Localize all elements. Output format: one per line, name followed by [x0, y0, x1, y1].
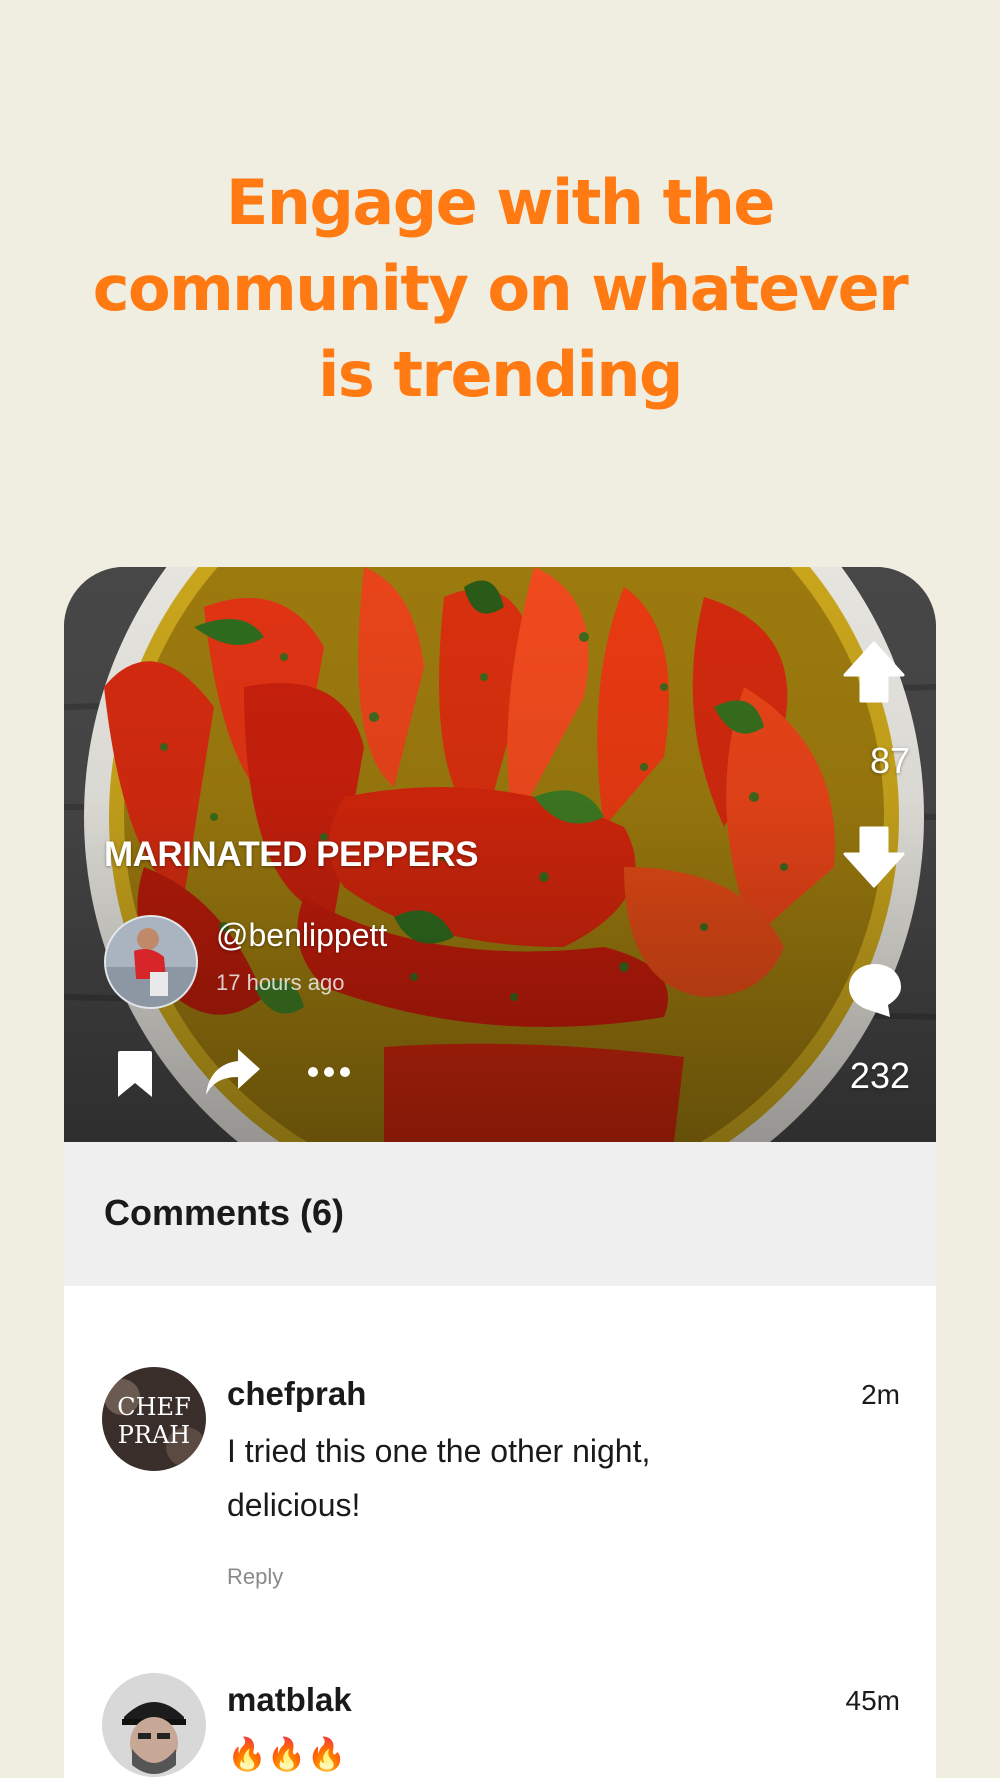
avatar-text-1: CHEF — [117, 1393, 190, 1421]
comment-time: 2m — [861, 1379, 900, 1410]
comment-avatar[interactable]: CHEF PRAH — [102, 1367, 206, 1471]
post-time: 17 hours ago — [216, 970, 345, 995]
comment-text: 🔥🔥🔥 — [227, 1736, 347, 1772]
post-photo[interactable]: 87 232 MARINATED PEPPERS @benlippett 17 … — [64, 567, 936, 1142]
more-icon[interactable] — [306, 1065, 352, 1079]
avatar-text-2: PRAH — [118, 1421, 190, 1449]
post-card: 87 232 MARINATED PEPPERS @benlippett 17 … — [64, 567, 936, 1778]
comment-username[interactable]: matblak — [227, 1681, 352, 1719]
share-icon[interactable] — [204, 1047, 262, 1097]
comments-header: Comments (6) — [64, 1142, 936, 1286]
comment-icon[interactable] — [846, 961, 904, 1019]
post-title: MARINATED PEPPERS — [104, 835, 478, 874]
downvote-icon[interactable] — [841, 824, 907, 890]
comments-title: Comments (6) — [104, 1192, 345, 1233]
reply-button[interactable]: Reply — [227, 1564, 283, 1590]
author-handle[interactable]: @benlippett — [216, 917, 387, 954]
onboarding-headline: Engage with the community on whatever is… — [92, 166, 909, 411]
comment-username[interactable]: chefprah — [227, 1375, 366, 1413]
author-avatar[interactable] — [104, 915, 198, 1009]
comment-item: CHEF PRAH chefprah 2m I tried this one t… — [64, 1367, 936, 1627]
bookmark-icon[interactable] — [112, 1049, 158, 1099]
upvote-icon[interactable] — [841, 639, 907, 705]
comment-text: I tried this one the other night, delici… — [227, 1433, 651, 1523]
chefprah-avatar-image: CHEF PRAH — [102, 1367, 206, 1471]
comment-count: 232 — [849, 1055, 910, 1096]
comment-time: 45m — [845, 1685, 900, 1716]
comment-item: matblak 45m 🔥🔥🔥 — [64, 1673, 936, 1778]
matblak-avatar-image — [102, 1673, 206, 1777]
comment-avatar[interactable] — [102, 1673, 206, 1777]
vote-count: 87 — [869, 740, 910, 781]
author-photo — [106, 917, 196, 1007]
